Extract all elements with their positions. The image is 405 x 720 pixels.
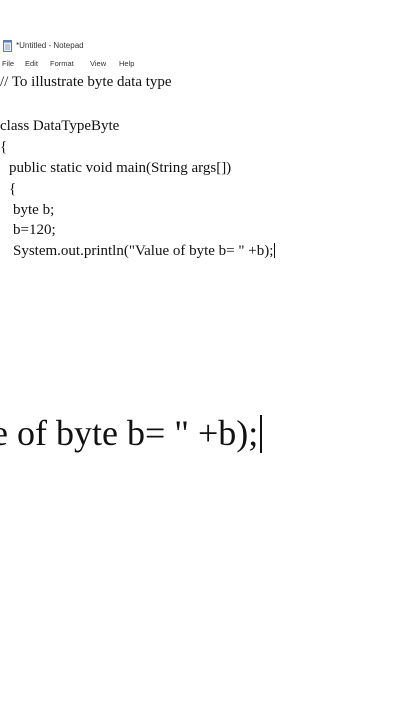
code-line-class: class DataTypeByte xyxy=(0,118,120,134)
text-editor-area[interactable]: // To illustrate byte data type class Da… xyxy=(0,70,405,290)
code-line-comment: // To illustrate byte data type xyxy=(0,74,172,90)
code-line-main: public static void main(String args[]) xyxy=(9,160,232,176)
text-cursor xyxy=(274,243,276,258)
code-line-open-brace: { xyxy=(0,139,8,155)
notepad-icon xyxy=(3,40,12,52)
menu-file[interactable]: File xyxy=(2,59,14,68)
menu-view[interactable]: View xyxy=(90,59,106,68)
menu-format[interactable]: Format xyxy=(50,59,74,68)
title-bar: *Untitled - Notepad xyxy=(0,38,405,56)
menu-edit[interactable]: Edit xyxy=(25,59,38,68)
menu-bar: File Edit Format View Help xyxy=(0,57,405,71)
zoomed-code-line: e of byte b= " +b); xyxy=(0,413,263,453)
code-line-inner-brace: { xyxy=(9,181,17,197)
code-line-assignment: b=120; xyxy=(13,222,56,238)
code-line-declaration: byte b; xyxy=(13,202,55,218)
zoomed-text-cursor xyxy=(260,415,263,453)
menu-help[interactable]: Help xyxy=(119,59,134,68)
window-title: *Untitled - Notepad xyxy=(16,41,84,50)
zoomed-code-view: e of byte b= " +b); xyxy=(0,405,405,465)
code-line-println: System.out.println("Value of byte b= " +… xyxy=(13,243,276,260)
println-text: System.out.println("Value of byte b= " +… xyxy=(13,243,274,259)
zoomed-text: e of byte b= " +b); xyxy=(0,413,259,453)
